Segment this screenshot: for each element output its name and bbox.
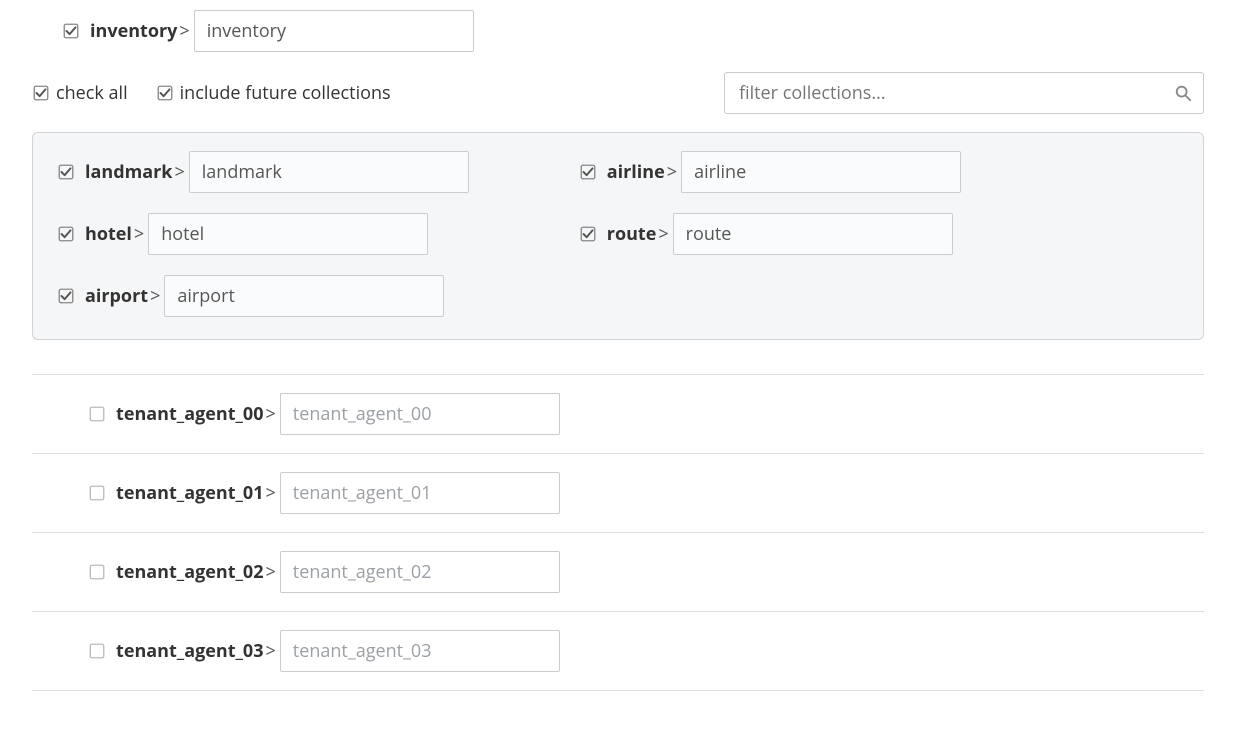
landmark-label: landmark — [85, 160, 172, 184]
separator: > — [266, 639, 276, 663]
separator: > — [266, 481, 276, 505]
airline-input[interactable] — [681, 151, 961, 193]
route-checkbox[interactable] — [579, 225, 597, 243]
tenant-agent-00-input[interactable] — [280, 393, 560, 435]
inventory-label: inventory — [90, 19, 177, 43]
separator: > — [266, 402, 276, 426]
airport-input[interactable] — [164, 275, 444, 317]
tenant-agent-01-checkbox[interactable] — [88, 484, 106, 502]
search-icon — [1174, 84, 1192, 102]
tenant-agent-03-input[interactable] — [280, 630, 560, 672]
airline-label: airline — [607, 160, 665, 184]
landmark-input[interactable] — [189, 151, 469, 193]
tenant-agent-03-label: tenant_agent_03 — [116, 639, 264, 663]
separator: > — [179, 19, 189, 43]
hotel-label: hotel — [85, 222, 132, 246]
inventory-checkbox[interactable] — [62, 22, 80, 40]
airline-checkbox[interactable] — [579, 163, 597, 181]
route-input[interactable] — [673, 213, 953, 255]
airport-label: airport — [85, 284, 148, 308]
list-item: tenant_agent_00 > — [32, 374, 1204, 453]
landmark-checkbox[interactable] — [57, 163, 75, 181]
filter-collections-input[interactable] — [724, 72, 1204, 114]
list-item: tenant_agent_01 > — [32, 453, 1204, 532]
separator: > — [266, 560, 276, 584]
separator: > — [658, 222, 668, 246]
route-label: route — [607, 222, 657, 246]
separator: > — [667, 160, 677, 184]
tenant-agent-02-label: tenant_agent_02 — [116, 560, 264, 584]
check-all-label: check all — [56, 81, 128, 105]
tenant-agent-00-label: tenant_agent_00 — [116, 402, 264, 426]
include-future-label: include future collections — [180, 81, 391, 105]
tenant-agent-02-checkbox[interactable] — [88, 563, 106, 581]
airport-checkbox[interactable] — [57, 287, 75, 305]
active-collections-panel: landmark > hotel > airport > — [32, 132, 1204, 340]
tenant-agent-00-checkbox[interactable] — [88, 405, 106, 423]
list-item: tenant_agent_03 > — [32, 611, 1204, 691]
separator: > — [134, 222, 144, 246]
tenant-agent-01-label: tenant_agent_01 — [116, 481, 264, 505]
tenant-agent-01-input[interactable] — [280, 472, 560, 514]
tenant-agent-02-input[interactable] — [280, 551, 560, 593]
inventory-input[interactable] — [194, 10, 474, 52]
separator: > — [174, 160, 184, 184]
tenant-agent-03-checkbox[interactable] — [88, 642, 106, 660]
hotel-input[interactable] — [148, 213, 428, 255]
include-future-checkbox[interactable] — [156, 84, 174, 102]
hotel-checkbox[interactable] — [57, 225, 75, 243]
separator: > — [150, 284, 160, 308]
list-item: tenant_agent_02 > — [32, 532, 1204, 611]
check-all-checkbox[interactable] — [32, 84, 50, 102]
